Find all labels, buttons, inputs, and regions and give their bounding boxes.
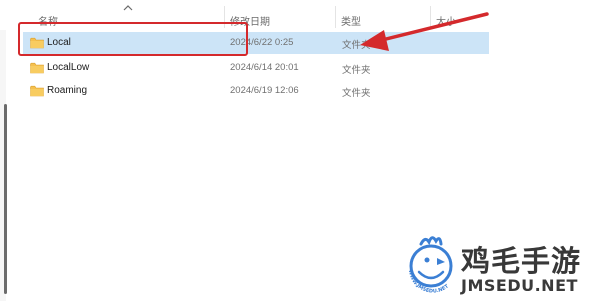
- folder-icon: [30, 62, 44, 74]
- file-type: 文件夹: [342, 88, 371, 99]
- folder-icon: [30, 85, 44, 97]
- file-row-locallow[interactable]: LocalLow 2024/6/14 20:01 文件夹: [23, 57, 489, 79]
- scrollbar-thumb[interactable]: [4, 104, 7, 294]
- column-header-type[interactable]: 类型: [341, 13, 361, 28]
- rooster-logo-icon: WWW.JMSEDU.NET: [407, 236, 453, 294]
- watermark-url: JMSEDU.NET: [461, 276, 578, 295]
- file-modified-date: 2024/6/19 12:06: [230, 85, 299, 96]
- watermark: WWW.JMSEDU.NET 鸡毛手游 JMSEDU.NET: [403, 226, 601, 301]
- file-name: LocalLow: [47, 62, 90, 73]
- file-row-roaming[interactable]: Roaming 2024/6/19 12:06 文件夹: [23, 80, 489, 102]
- chevron-up-icon[interactable]: [122, 4, 134, 12]
- file-type: 文件夹: [342, 65, 371, 76]
- file-type: 文件夹: [342, 40, 371, 51]
- file-name: Roaming: [47, 85, 88, 96]
- file-modified-date: 2024/6/14 20:01: [230, 62, 299, 73]
- column-divider[interactable]: [430, 6, 431, 28]
- watermark-title: 鸡毛手游: [461, 244, 582, 278]
- annotation-highlight-box: [18, 22, 248, 56]
- column-divider[interactable]: [335, 6, 336, 28]
- column-header-size[interactable]: 大小: [436, 13, 456, 28]
